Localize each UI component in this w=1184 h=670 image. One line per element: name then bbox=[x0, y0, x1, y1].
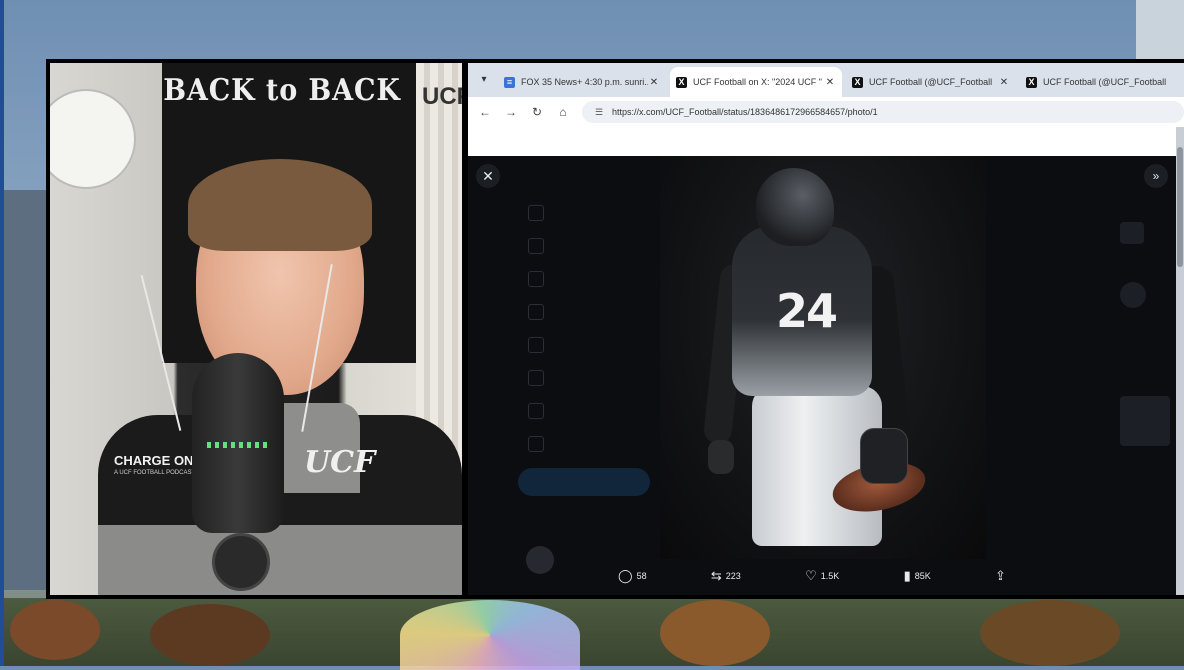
sidebar-item bbox=[528, 229, 556, 262]
bell-icon bbox=[528, 270, 544, 287]
close-icon[interactable]: ✕ bbox=[648, 77, 660, 88]
dimmed-right-column bbox=[1120, 156, 1176, 595]
heart-icon: ♡ bbox=[805, 568, 817, 583]
share-button[interactable]: ⇪ bbox=[995, 568, 1006, 584]
browser-toolbar: ← → ↻ ⌂ ☰ bbox=[468, 97, 1184, 127]
expand-icon[interactable]: » bbox=[1144, 164, 1168, 188]
player-glove bbox=[860, 428, 908, 484]
reply-icon: ◯ bbox=[618, 568, 633, 583]
close-icon[interactable]: ✕ bbox=[476, 164, 500, 188]
sidebar-item bbox=[528, 394, 556, 427]
url-input[interactable] bbox=[612, 107, 1172, 117]
background-tree bbox=[980, 600, 1120, 666]
soccer-ball-decoration bbox=[50, 89, 136, 189]
more-icon bbox=[528, 435, 544, 452]
tab-label: UCF Football on X: "2024 UCF " bbox=[693, 77, 822, 87]
repost-icon: ⇆ bbox=[710, 568, 722, 583]
uniform-photo[interactable]: 24 bbox=[660, 156, 986, 559]
tab-strip: ▾ ≡ FOX 35 News+ 4:30 p.m. sunri... ✕ X … bbox=[468, 63, 1184, 97]
sidebar-item bbox=[528, 328, 556, 361]
browser-window: ▾ ≡ FOX 35 News+ 4:30 p.m. sunri... ✕ X … bbox=[468, 63, 1184, 595]
dimmed-avatar bbox=[1120, 222, 1144, 244]
share-icon: ⇪ bbox=[995, 568, 1006, 583]
dimmed-thumbnail bbox=[1120, 396, 1170, 446]
sidebar-item bbox=[528, 295, 556, 328]
avatar bbox=[526, 546, 554, 574]
sidebar-item bbox=[528, 427, 556, 460]
reload-icon[interactable]: ↻ bbox=[528, 103, 546, 121]
sidebar-item bbox=[528, 196, 556, 229]
search-icon bbox=[528, 237, 544, 254]
post-action-bar: ◯ 58 ⇆ 223 ♡ 1.5K ▮ 85K ⇪ bbox=[618, 562, 1006, 590]
background-tree bbox=[150, 604, 270, 666]
chevron-down-icon[interactable]: ▾ bbox=[476, 72, 492, 88]
grok-icon bbox=[528, 336, 544, 353]
wall-logo: UCF bbox=[422, 83, 462, 110]
arrow-left-icon[interactable]: ← bbox=[476, 103, 494, 121]
mail-icon bbox=[528, 303, 544, 320]
tab-ucf-football-profile-2[interactable]: X UCF Football (@UCF_Football bbox=[1020, 67, 1184, 97]
reply-button[interactable]: ◯ 58 bbox=[618, 568, 647, 584]
profile-icon bbox=[528, 402, 544, 419]
tab-label: FOX 35 News+ 4:30 p.m. sunri... bbox=[521, 77, 648, 87]
microphone-mount bbox=[212, 533, 270, 591]
jersey-number: 24 bbox=[776, 284, 838, 338]
bar-chart-icon: ▮ bbox=[903, 568, 911, 583]
tab-label: UCF Football (@UCF_Football bbox=[869, 77, 993, 87]
arrow-right-icon[interactable]: → bbox=[502, 103, 520, 121]
page-top-strip bbox=[468, 127, 1176, 156]
view-count: 85K bbox=[914, 571, 931, 581]
views-button[interactable]: ▮ 85K bbox=[904, 568, 931, 584]
background-tree bbox=[10, 600, 100, 660]
dimmed-account-switcher bbox=[526, 546, 554, 574]
document-icon: ≡ bbox=[504, 76, 515, 88]
tab-ucf-football-post[interactable]: X UCF Football on X: "2024 UCF " ✕ bbox=[670, 67, 842, 97]
x-logo-icon: X bbox=[852, 76, 863, 88]
scrollbar-thumb[interactable] bbox=[1177, 147, 1183, 267]
like-count: 1.5K bbox=[820, 571, 840, 581]
tab-fox35[interactable]: ≡ FOX 35 News+ 4:30 p.m. sunri... ✕ bbox=[498, 67, 666, 97]
tab-ucf-football-profile[interactable]: X UCF Football (@UCF_Football ✕ bbox=[846, 67, 1016, 97]
poster-text: BACK to BACK bbox=[163, 73, 401, 108]
like-button[interactable]: ♡ 1.5K bbox=[805, 568, 839, 584]
background-tree bbox=[660, 600, 770, 666]
dimmed-avatar bbox=[1120, 282, 1146, 308]
home-icon[interactable]: ⌂ bbox=[554, 103, 572, 121]
edge-accent-bar bbox=[0, 0, 4, 666]
player-helmet bbox=[756, 168, 834, 246]
shirt-logo: UCF bbox=[304, 445, 376, 480]
communities-icon bbox=[528, 369, 544, 386]
background-building bbox=[4, 190, 48, 590]
dimmed-post-button bbox=[518, 468, 650, 496]
background-rainbow-sculpture bbox=[400, 600, 580, 670]
tune-icon[interactable]: ☰ bbox=[592, 107, 606, 118]
webcam-panel: BACK to BACK UCF CHARGE ON A UCF FOOTBAL… bbox=[50, 63, 462, 595]
tab-label: UCF Football (@UCF_Football bbox=[1043, 77, 1167, 87]
shirt-subtext: A UCF FOOTBALL PODCAST bbox=[114, 470, 196, 476]
address-bar[interactable]: ☰ bbox=[582, 101, 1184, 123]
player-glove bbox=[708, 440, 734, 474]
home-icon bbox=[528, 204, 544, 221]
dimmed-sidebar-nav bbox=[528, 196, 556, 460]
x-logo-icon: X bbox=[676, 76, 687, 88]
sidebar-item bbox=[528, 262, 556, 295]
close-icon[interactable]: ✕ bbox=[824, 77, 836, 88]
reply-count: 58 bbox=[636, 571, 647, 581]
background-building bbox=[1136, 0, 1184, 60]
x-photo-viewer: 24 ✕ » ◯ 58 ⇆ 223 ♡ 1.5K ▮ 85K ⇪ bbox=[468, 156, 1176, 595]
close-icon[interactable]: ✕ bbox=[998, 77, 1010, 88]
shirt-text: CHARGE ON bbox=[114, 453, 194, 468]
person-hair bbox=[188, 159, 372, 251]
microphone-led-strip bbox=[207, 442, 271, 448]
x-logo-icon: X bbox=[1026, 76, 1037, 88]
repost-count: 223 bbox=[725, 571, 741, 581]
repost-button[interactable]: ⇆ 223 bbox=[711, 568, 741, 584]
football-player-image: 24 bbox=[660, 156, 986, 559]
page-scrollbar[interactable] bbox=[1176, 127, 1184, 595]
sidebar-item bbox=[528, 361, 556, 394]
